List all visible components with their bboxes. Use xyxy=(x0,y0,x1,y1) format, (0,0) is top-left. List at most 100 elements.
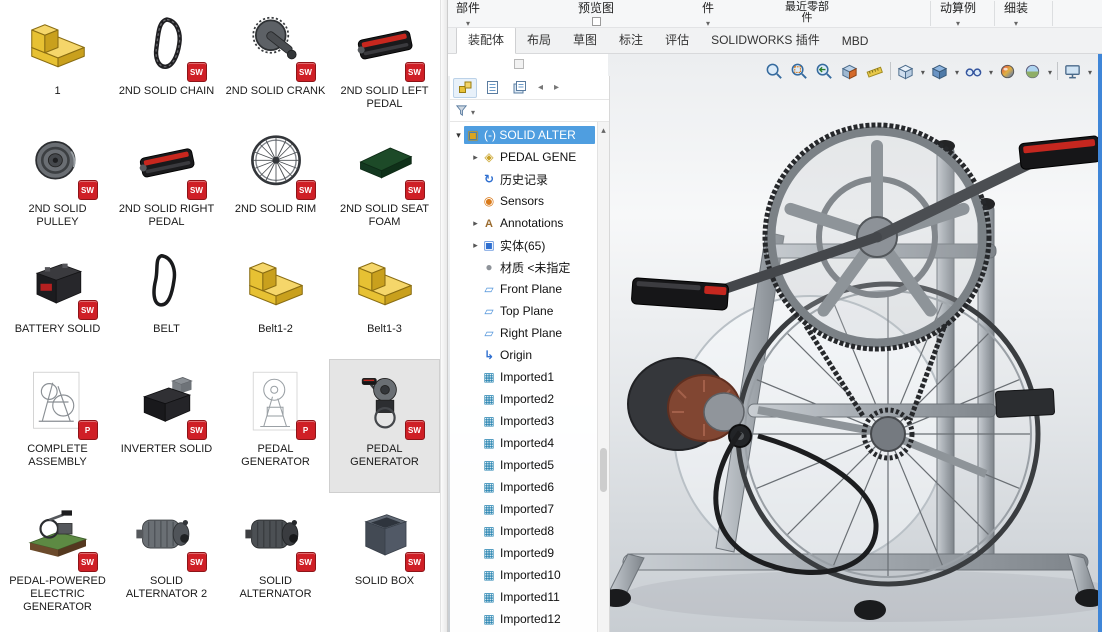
tab-solidworks-addins[interactable]: SOLIDWORKS 插件 xyxy=(700,27,831,53)
file-item[interactable]: SW 2ND SOLID CRANK xyxy=(221,2,330,120)
tree-item-material[interactable]: 材质 <未指定 xyxy=(450,256,609,278)
tab-scroll-right-icon[interactable] xyxy=(550,79,563,97)
view-settings-icon[interactable] xyxy=(1063,61,1083,81)
tree-item-imported[interactable]: Imported8 xyxy=(450,520,609,542)
file-item[interactable]: P COMPLETE ASSEMBLY xyxy=(3,360,112,492)
plane-icon xyxy=(481,326,497,340)
file-item-selected[interactable]: SW PEDAL GENERATOR xyxy=(329,359,440,493)
tree-item-label: Sensors xyxy=(500,194,545,208)
file-item[interactable]: SW 2ND SOLID RIM xyxy=(221,120,330,240)
ribbon-preview-window-button[interactable]: 预览图 xyxy=(578,2,614,26)
file-item[interactable]: SW 2ND SOLID SEAT FOAM xyxy=(330,120,439,240)
tab-assembly[interactable]: 装配体 xyxy=(456,26,517,54)
file-item[interactable]: SW SOLID ALTERNATOR 2 xyxy=(112,492,221,632)
tree-item-imported[interactable]: Imported9 xyxy=(450,542,609,564)
file-item[interactable]: SW SOLID BOX xyxy=(330,492,439,632)
tab-mbd[interactable]: MBD xyxy=(831,30,880,53)
file-item[interactable]: Belt1-3 xyxy=(330,240,439,360)
chevron-down-icon[interactable] xyxy=(471,102,475,120)
chevron-down-icon[interactable] xyxy=(1088,62,1092,80)
apply-scene-icon[interactable] xyxy=(1023,61,1043,81)
tree-item-solid-bodies[interactable]: 实体(65) xyxy=(450,234,609,256)
tree-item-annotations[interactable]: Annotations xyxy=(450,212,609,234)
chevron-down-icon[interactable] xyxy=(989,62,993,80)
ribbon-insert-component-button[interactable]: 部件 xyxy=(456,2,480,29)
file-item[interactable]: SW PEDAL-POWERED ELECTRIC GENERATOR xyxy=(3,492,112,632)
file-item[interactable]: SW 2ND SOLID PULLEY xyxy=(3,120,112,240)
toolbar-separator xyxy=(1056,62,1058,80)
scroll-up-icon[interactable] xyxy=(598,122,609,135)
ribbon-motion-study-button[interactable]: 动算例 xyxy=(940,2,976,29)
expand-arrow-icon[interactable] xyxy=(453,130,464,141)
expand-arrow-icon[interactable] xyxy=(470,152,481,163)
tab-annotation[interactable]: 标注 xyxy=(608,27,654,53)
file-item[interactable]: 1 xyxy=(3,2,112,120)
tab-scroll-left-icon[interactable] xyxy=(534,79,547,97)
ribbon-recent-components-button[interactable]: 最近零部件 xyxy=(784,2,830,24)
display-style-icon[interactable] xyxy=(930,61,950,81)
tree-item-imported[interactable]: Imported7 xyxy=(450,498,609,520)
panel-splitter[interactable] xyxy=(440,0,448,632)
file-item[interactable]: SW 2ND SOLID RIGHT PEDAL xyxy=(112,120,221,240)
file-item[interactable]: SW 2ND SOLID CHAIN xyxy=(112,2,221,120)
tree-item-imported[interactable]: Imported2 xyxy=(450,388,609,410)
filter-funnel-icon[interactable] xyxy=(455,104,468,117)
featuremanager-tree-tab[interactable] xyxy=(453,77,477,98)
tree-item-imported[interactable]: Imported11 xyxy=(450,586,609,608)
tree-item-right-plane[interactable]: Right Plane xyxy=(450,322,609,344)
tree-item-imported[interactable]: Imported6 xyxy=(450,476,609,498)
chevron-down-icon[interactable] xyxy=(955,62,959,80)
view-orientation-icon[interactable] xyxy=(896,61,916,81)
chevron-down-icon[interactable] xyxy=(1048,62,1052,80)
file-item[interactable]: SW BATTERY SOLID xyxy=(3,240,112,360)
tree-item-imported[interactable]: Imported10 xyxy=(450,564,609,586)
tree-item-imported[interactable]: Imported5 xyxy=(450,454,609,476)
ribbon-component-button[interactable]: 件 xyxy=(702,2,714,29)
hide-show-items-icon[interactable] xyxy=(964,61,984,81)
file-item[interactable]: SW SOLID ALTERNATOR xyxy=(221,492,330,632)
zoom-to-fit-icon[interactable] xyxy=(765,61,785,81)
preview-checkbox[interactable] xyxy=(591,17,601,26)
zoom-to-area-icon[interactable] xyxy=(790,61,810,81)
file-item[interactable]: SW 2ND SOLID LEFT PEDAL xyxy=(330,2,439,120)
measure-icon[interactable] xyxy=(865,61,885,81)
tree-item-root-assembly[interactable]: (-) SOLID ALTER xyxy=(450,124,609,146)
file-item[interactable]: P PEDAL GENERATOR xyxy=(221,360,330,492)
panel-options-button[interactable] xyxy=(514,59,524,69)
edit-appearance-icon[interactable] xyxy=(998,61,1018,81)
tree-scrollbar[interactable] xyxy=(597,122,609,632)
tree-item-sensors[interactable]: Sensors xyxy=(450,190,609,212)
tree-item-imported[interactable]: Imported3 xyxy=(450,410,609,432)
file-item[interactable]: SW INVERTER SOLID xyxy=(112,360,221,492)
annotations-icon xyxy=(481,216,497,230)
tree-item-origin[interactable]: Origin xyxy=(450,344,609,366)
tree-item-subassembly[interactable]: PEDAL GENE xyxy=(450,146,609,168)
chevron-down-icon[interactable] xyxy=(921,62,925,80)
tab-sketch[interactable]: 草图 xyxy=(562,27,608,53)
tree-item-label: Imported11 xyxy=(500,590,560,604)
expand-arrow-icon[interactable] xyxy=(470,218,481,229)
file-item[interactable]: Belt1-2 xyxy=(221,240,330,360)
chevron-down-icon xyxy=(1014,15,1018,29)
tree-header-strip xyxy=(448,54,608,76)
tree-item-imported[interactable]: Imported1 xyxy=(450,366,609,388)
tab-layout[interactable]: 布局 xyxy=(516,27,562,53)
file-item[interactable]: BELT xyxy=(112,240,221,360)
tab-evaluate[interactable]: 评估 xyxy=(654,27,700,53)
configurationmanager-tab[interactable] xyxy=(507,78,531,98)
section-view-icon[interactable] xyxy=(840,61,860,81)
tree-item-front-plane[interactable]: Front Plane xyxy=(450,278,609,300)
ribbon-exploded-view-button[interactable]: 细装 xyxy=(1004,2,1028,29)
file-label: 2ND SOLID LEFT PEDAL xyxy=(340,85,429,110)
file-label: BATTERY SOLID xyxy=(14,323,101,335)
expand-arrow-icon[interactable] xyxy=(470,240,481,251)
propertymanager-tab[interactable] xyxy=(480,78,504,98)
imported-feature-icon xyxy=(481,546,497,560)
scrollbar-thumb[interactable] xyxy=(600,448,607,492)
tree-item-top-plane[interactable]: Top Plane xyxy=(450,300,609,322)
graphics-viewport[interactable]: (-) SOLID ALTER PEDAL GENE 历史记录 xyxy=(448,54,1102,632)
previous-view-icon[interactable] xyxy=(815,61,835,81)
tree-item-imported[interactable]: Imported4 xyxy=(450,432,609,454)
tree-item-history[interactable]: 历史记录 xyxy=(450,168,609,190)
tree-item-imported[interactable]: Imported12 xyxy=(450,608,609,630)
